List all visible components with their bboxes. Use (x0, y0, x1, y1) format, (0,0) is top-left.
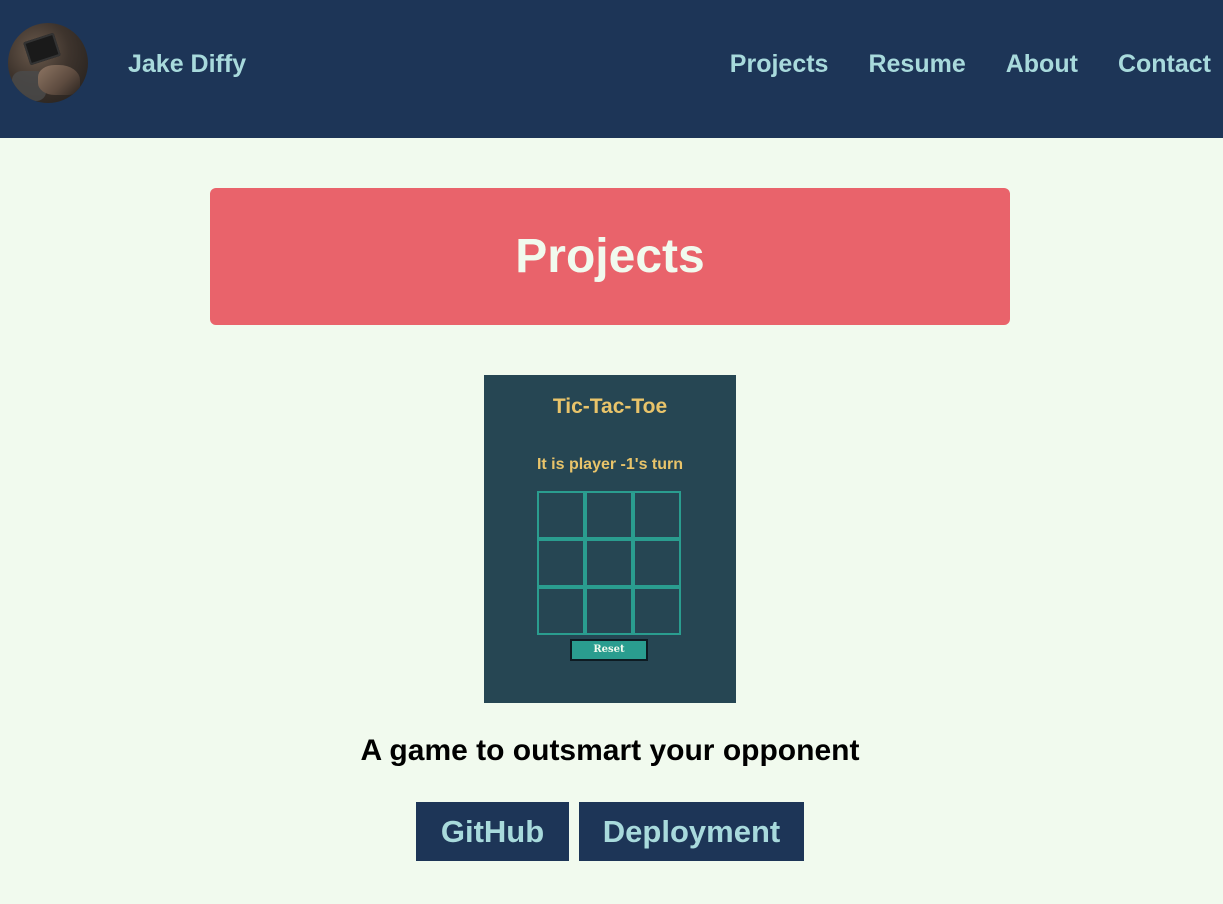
avatar (8, 23, 88, 103)
board-cell (585, 587, 633, 635)
board-cell (537, 539, 585, 587)
preview-reset-button: Reset (570, 639, 648, 661)
board-cell (537, 491, 585, 539)
board-cell (585, 539, 633, 587)
nav-link-contact[interactable]: Contact (1118, 49, 1211, 79)
deployment-link-button[interactable]: Deployment (579, 802, 804, 861)
site-name[interactable]: Jake Diffy (128, 49, 246, 79)
board-cell (633, 539, 681, 587)
section-banner: Projects (210, 188, 1010, 325)
board-cell (633, 587, 681, 635)
project-preview-image[interactable]: Tic-Tac-Toe It is player -1's turn Reset (484, 375, 736, 703)
preview-turn-status: It is player -1's turn (536, 456, 684, 473)
board-cell (633, 491, 681, 539)
nav-link-projects[interactable]: Projects (730, 49, 829, 79)
nav-link-about[interactable]: About (1006, 49, 1078, 79)
project-description: A game to outsmart your opponent (360, 734, 860, 767)
avatar-hands (38, 65, 80, 95)
preview-game-board (537, 491, 681, 635)
board-cell (585, 491, 633, 539)
site-header: Jake Diffy Projects Resume About Contact (0, 0, 1223, 138)
section-title: Projects (515, 230, 705, 283)
github-link-button[interactable]: GitHub (416, 802, 569, 861)
project-links: GitHub Deployment (416, 802, 804, 861)
main-nav: Projects Resume About Contact (730, 49, 1211, 79)
board-cell (537, 587, 585, 635)
preview-game-title: Tic-Tac-Toe (552, 395, 668, 418)
avatar-laptop (23, 32, 61, 66)
nav-link-resume[interactable]: Resume (868, 49, 965, 79)
